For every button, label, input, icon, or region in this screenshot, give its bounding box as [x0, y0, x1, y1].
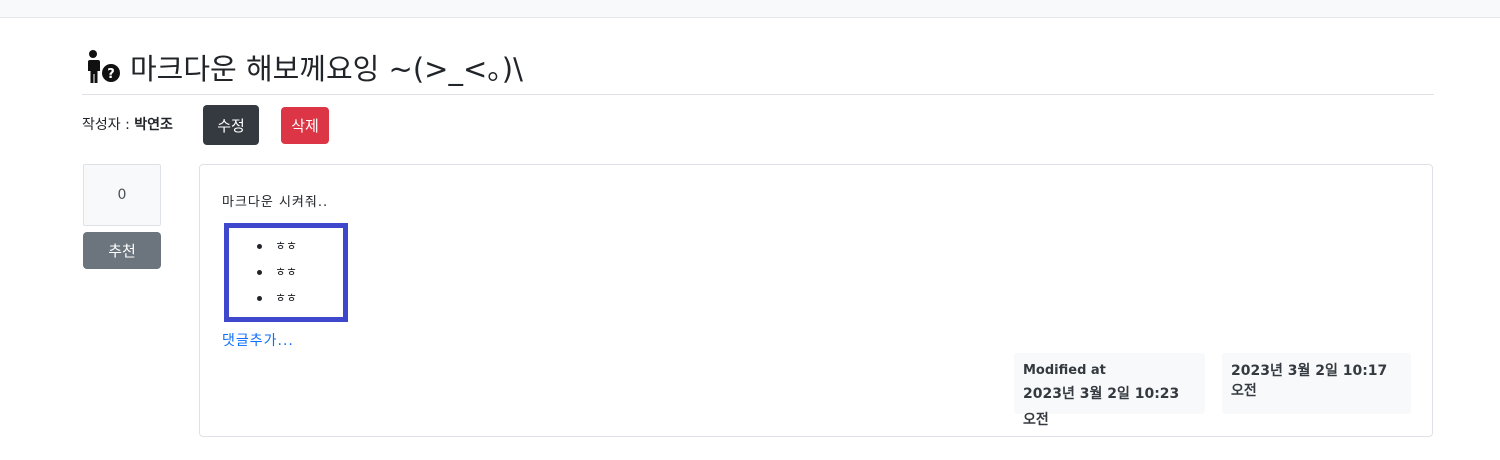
divider — [82, 94, 1434, 95]
author-label: 작성자 : — [82, 117, 135, 133]
add-comment-link[interactable]: 댓글추가... — [222, 330, 294, 350]
person-question-icon: ? — [88, 50, 120, 83]
highlighted-list-box: ㅎㅎ ㅎㅎ ㅎㅎ — [224, 223, 348, 322]
edit-button[interactable]: 수정 — [203, 105, 259, 145]
modified-at-label: Modified at — [1023, 363, 1106, 378]
created-at-box: 2023년 3월 2일 10:17 오전 — [1222, 353, 1411, 414]
page-title: 마크다운 해보께요잉 ~(>_<。)\ — [130, 52, 523, 86]
delete-button[interactable]: 삭제 — [281, 107, 329, 144]
modified-at-box: Modified at 2023년 3월 2일 10:23 오전 — [1014, 353, 1205, 428]
svg-text:?: ? — [107, 67, 115, 82]
top-navbar — [0, 0, 1500, 18]
title-row: ? 마크다운 해보께요잉 ~(>_<。)\ — [82, 42, 523, 92]
author-line: 작성자 : 박연조 — [82, 114, 173, 134]
list-item: ㅎㅎ — [257, 235, 297, 261]
list-item: ㅎㅎ — [257, 261, 297, 287]
modified-at-value: 2023년 3월 2일 10:23 오전 — [1023, 386, 1180, 428]
list-item: ㅎㅎ — [257, 287, 297, 313]
post-body-text: 마크다운 시켜줘.. — [222, 195, 329, 210]
recommend-count: 0 — [83, 164, 161, 226]
bullet-list: ㅎㅎ ㅎㅎ ㅎㅎ — [257, 235, 297, 313]
post-content-card: 마크다운 시켜줘.. ㅎㅎ ㅎㅎ ㅎㅎ 댓글추가... Modified at … — [199, 164, 1433, 437]
created-at-value: 2023년 3월 2일 10:17 오전 — [1231, 363, 1388, 399]
author-name: 박연조 — [134, 117, 173, 133]
recommend-button[interactable]: 추천 — [83, 232, 161, 269]
